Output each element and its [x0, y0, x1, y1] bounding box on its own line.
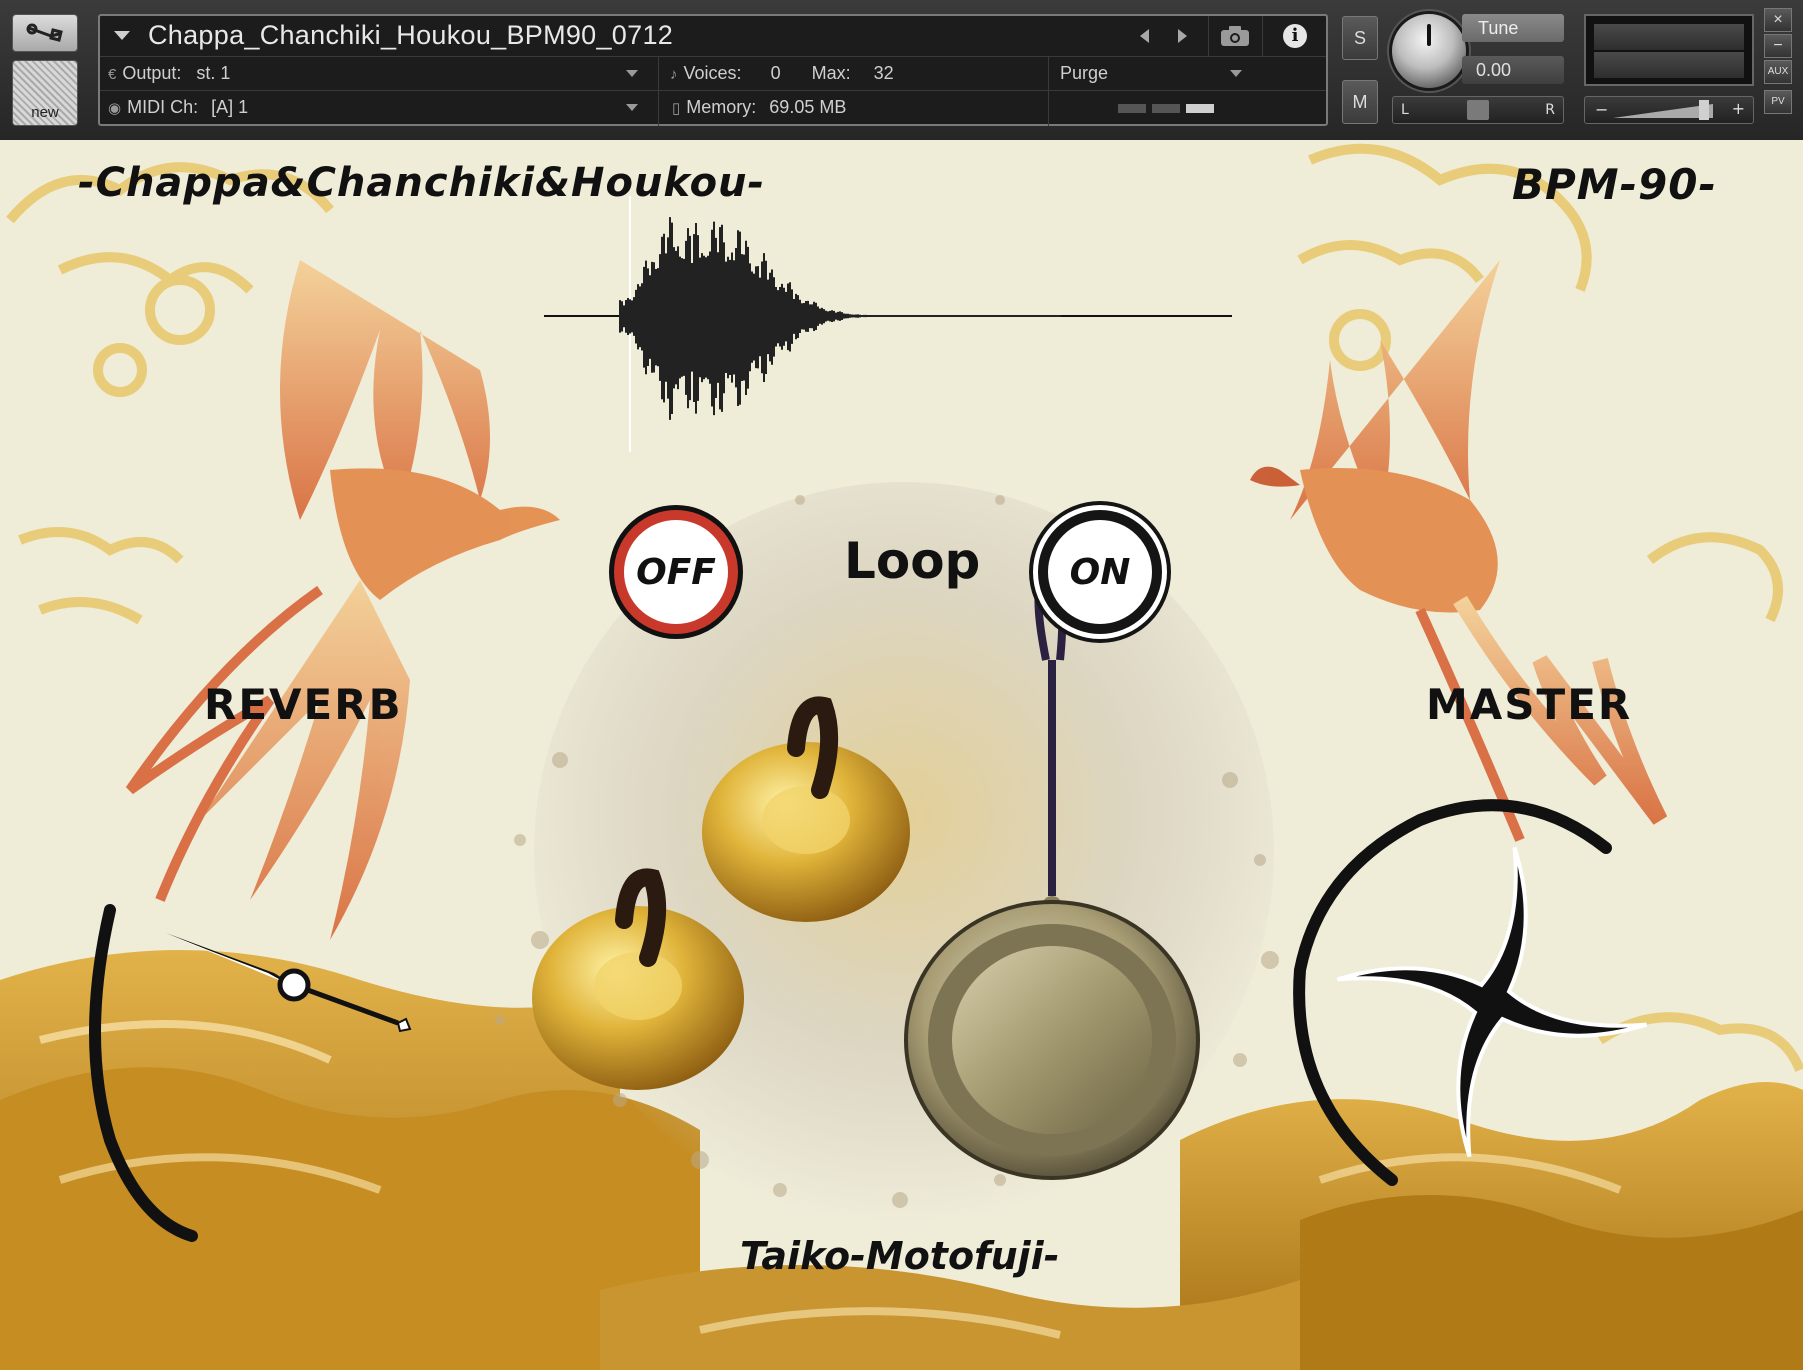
instrument-title: -Chappa&Chanchiki&Houkou- [78, 160, 766, 206]
output-icon: € [108, 66, 117, 83]
output-field[interactable]: € Output: st. 1 [108, 56, 230, 90]
snapshot-button[interactable] [1208, 16, 1261, 56]
purge-menu[interactable]: Purge [1060, 56, 1108, 90]
voices-field: ♪ Voices: 0 Max: 32 [670, 56, 894, 90]
output-value: st. 1 [196, 63, 231, 83]
midi-icon: ◉ [108, 100, 122, 117]
minimize-button[interactable]: − [1764, 34, 1792, 58]
info-button[interactable]: i [1262, 16, 1327, 56]
midi-label: MIDI Ch: [127, 97, 199, 117]
purge-dropdown-icon[interactable] [1230, 70, 1242, 77]
instrument-info-panel: Chappa_Chanchiki_Houkou_BPM90_0712 i € O… [98, 14, 1328, 126]
voices-value: 0 [770, 63, 781, 83]
new-label: new [31, 104, 59, 121]
phoenix-left-illustration [125, 260, 560, 940]
output-dropdown-icon[interactable] [626, 70, 638, 77]
tune-value[interactable]: 0.00 [1462, 56, 1564, 84]
loop-on-button[interactable]: ON [1038, 510, 1162, 634]
meter-left [1594, 24, 1744, 50]
reverb-label: REVERB [204, 680, 403, 729]
midi-memory-row: ◉ MIDI Ch: [A] 1 ▯ Memory: 69.05 MB [100, 90, 1326, 124]
purge-indicator [1152, 104, 1180, 113]
memory-label: Memory: [686, 97, 757, 117]
midi-value: [A] 1 [211, 97, 249, 117]
meter-right [1594, 52, 1744, 78]
new-instrument-button[interactable]: new [12, 60, 78, 126]
instrument-options-button[interactable] [12, 14, 78, 52]
volume-plus: + [1731, 99, 1745, 118]
volume-slider[interactable]: − + [1584, 96, 1754, 124]
bpm-label: BPM-90- [1512, 160, 1717, 209]
volume-ramp [1613, 104, 1713, 118]
pan-handle[interactable] [1467, 100, 1489, 120]
divider [1048, 56, 1049, 126]
divider [658, 56, 659, 126]
purge-indicator [1186, 104, 1214, 113]
gui-artwork [0, 143, 1803, 1370]
max-label: Max: [811, 63, 851, 83]
loop-off-label: OFF [636, 551, 716, 593]
memory-icon: ▯ [672, 100, 681, 117]
info-icon: i [1283, 24, 1307, 48]
wrench-icon [26, 23, 63, 42]
instrument-menu-caret-icon[interactable] [114, 31, 130, 40]
midi-channel-field[interactable]: ◉ MIDI Ch: [A] 1 [108, 90, 248, 124]
pan-left-label: L [1401, 102, 1409, 118]
instrument-gui: -Chappa&Chanchiki&Houkou- BPM-90- REVERB… [0, 140, 1803, 1370]
loop-on-label: ON [1069, 551, 1131, 593]
memory-value: 69.05 MB [769, 97, 847, 117]
voices-label: Voices: [683, 63, 742, 83]
max-voices-value[interactable]: 32 [874, 63, 894, 83]
master-label: MASTER [1426, 680, 1633, 729]
previous-instrument-icon[interactable] [1140, 29, 1149, 43]
close-button[interactable]: × [1764, 8, 1792, 32]
level-meter [1584, 14, 1754, 86]
output-label: Output: [122, 63, 182, 83]
tune-label: Tune [1462, 14, 1564, 42]
pan-slider[interactable]: L R [1392, 96, 1564, 124]
loop-off-button[interactable]: OFF [614, 510, 738, 634]
mute-button[interactable]: M [1342, 80, 1378, 124]
volume-handle[interactable] [1699, 100, 1709, 120]
instrument-name[interactable]: Chappa_Chanchiki_Houkou_BPM90_0712 [148, 20, 673, 51]
midi-dropdown-icon[interactable] [626, 104, 638, 111]
pv-button[interactable]: PV [1764, 90, 1792, 114]
tune-knob[interactable] [1392, 14, 1466, 88]
volume-minus: − [1595, 100, 1609, 119]
camera-icon [1221, 26, 1249, 46]
title-row: Chappa_Chanchiki_Houkou_BPM90_0712 i [100, 16, 1326, 57]
loop-label: Loop [844, 532, 981, 590]
kontakt-instrument-window: new Chappa_Chanchiki_Houkou_BPM90_0712 i… [0, 0, 1803, 1370]
credit-label: Taiko-Motofuji- [740, 1234, 1060, 1278]
memory-field: ▯ Memory: 69.05 MB [672, 90, 846, 124]
output-voices-row: € Output: st. 1 ♪ Voices: 0 Max: 32 Purge [100, 56, 1326, 91]
purge-label: Purge [1060, 63, 1109, 83]
voices-icon: ♪ [670, 66, 678, 83]
solo-button[interactable]: S [1342, 16, 1378, 60]
sample-waveform [544, 196, 1232, 452]
aux-button[interactable]: AUX [1764, 60, 1792, 84]
phoenix-right-illustration [1250, 260, 1668, 842]
pan-right-label: R [1545, 102, 1555, 118]
purge-indicator [1118, 104, 1146, 113]
next-instrument-icon[interactable] [1178, 29, 1187, 43]
instrument-header: new Chappa_Chanchiki_Houkou_BPM90_0712 i… [0, 0, 1803, 140]
